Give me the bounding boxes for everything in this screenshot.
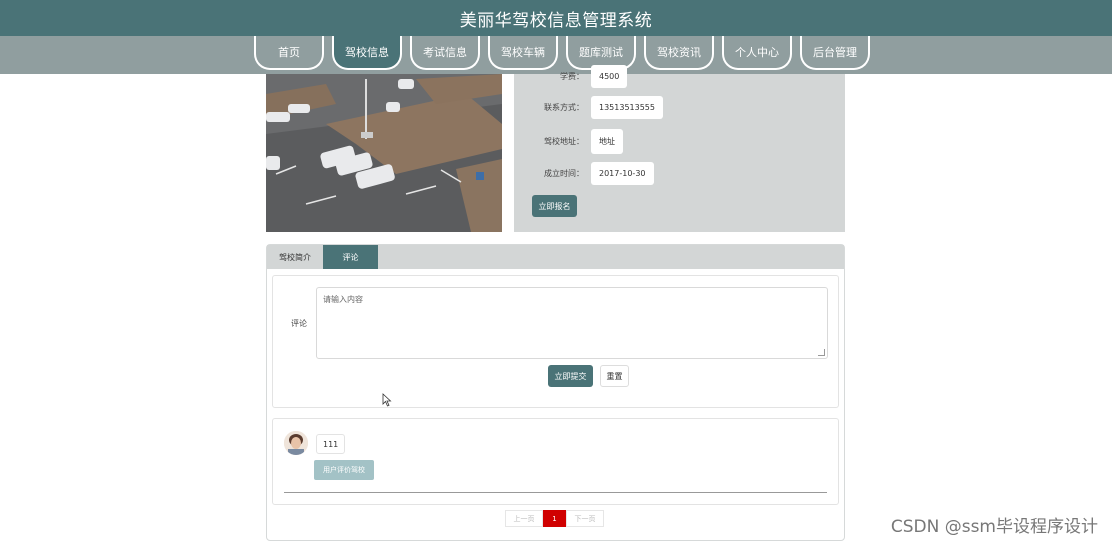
nav-item-exam-info[interactable]: 考试信息 xyxy=(410,36,480,70)
submit-button[interactable]: 立即提交 xyxy=(548,365,593,387)
address-label: 驾校地址： xyxy=(544,137,584,146)
fee-value: 4500 xyxy=(591,65,628,88)
info-row-fee: 学费： 4500 xyxy=(514,65,628,88)
site-header: 美丽华驾校信息管理系统 xyxy=(0,0,1112,36)
prev-page-button[interactable]: 上一页 xyxy=(505,510,543,527)
tab-comment[interactable]: 评论 xyxy=(323,245,378,269)
comment-divider xyxy=(284,492,827,493)
tab-bar: 驾校简介 评论 xyxy=(267,245,844,269)
school-info-panel: 学费： 4500 联系方式： 13513513555 驾校地址： 地址 成立时间… xyxy=(514,65,845,232)
tab-intro[interactable]: 驾校简介 xyxy=(267,245,323,269)
info-row-contact: 联系方式： 13513513555 xyxy=(514,96,663,119)
founded-value: 2017-10-30 xyxy=(591,162,654,185)
contact-value: 13513513555 xyxy=(591,96,663,119)
resize-grip-icon[interactable] xyxy=(818,349,825,356)
info-row-founded: 成立时间： 2017-10-30 xyxy=(514,162,654,185)
comment-item: 111 用户评价驾校 xyxy=(272,418,839,505)
mouse-cursor-icon xyxy=(382,393,392,407)
signup-button[interactable]: 立即报名 xyxy=(532,195,577,217)
address-value: 地址 xyxy=(591,129,623,154)
reset-button[interactable]: 重置 xyxy=(600,365,629,387)
nav-item-admin[interactable]: 后台管理 xyxy=(800,36,870,70)
nav-item-home[interactable]: 首页 xyxy=(254,36,324,70)
comment-placeholder: 请输入内容 xyxy=(323,295,363,304)
comment-form: 评论 请输入内容 立即提交 重置 xyxy=(272,275,839,408)
contact-label: 联系方式： xyxy=(544,103,584,112)
comment-label: 评论 xyxy=(291,319,307,328)
site-title: 美丽华驾校信息管理系统 xyxy=(459,10,653,31)
pagination: 上一页 1 下一页 xyxy=(505,510,604,527)
avatar xyxy=(284,431,308,455)
founded-label: 成立时间： xyxy=(544,169,584,178)
next-page-button[interactable]: 下一页 xyxy=(566,510,604,527)
nav-item-school-info[interactable]: 驾校信息 xyxy=(332,36,402,70)
comment-text: 111 xyxy=(316,434,346,454)
nav-item-profile[interactable]: 个人中心 xyxy=(722,36,792,70)
watermark: CSDN @ssm毕设程序设计 xyxy=(890,517,1098,537)
info-row-address: 驾校地址： 地址 xyxy=(514,129,623,154)
comment-textarea[interactable]: 请输入内容 xyxy=(316,287,828,359)
nav-item-news[interactable]: 驾校资讯 xyxy=(644,36,714,70)
tabs-panel: 驾校简介 评论 评论 请输入内容 立即提交 重置 111 用户评价驾校 上一页 … xyxy=(266,244,845,541)
school-photo xyxy=(266,74,502,232)
comment-tag: 用户评价驾校 xyxy=(314,460,374,480)
page-1-button[interactable]: 1 xyxy=(543,510,566,527)
fee-label: 学费： xyxy=(560,72,584,81)
